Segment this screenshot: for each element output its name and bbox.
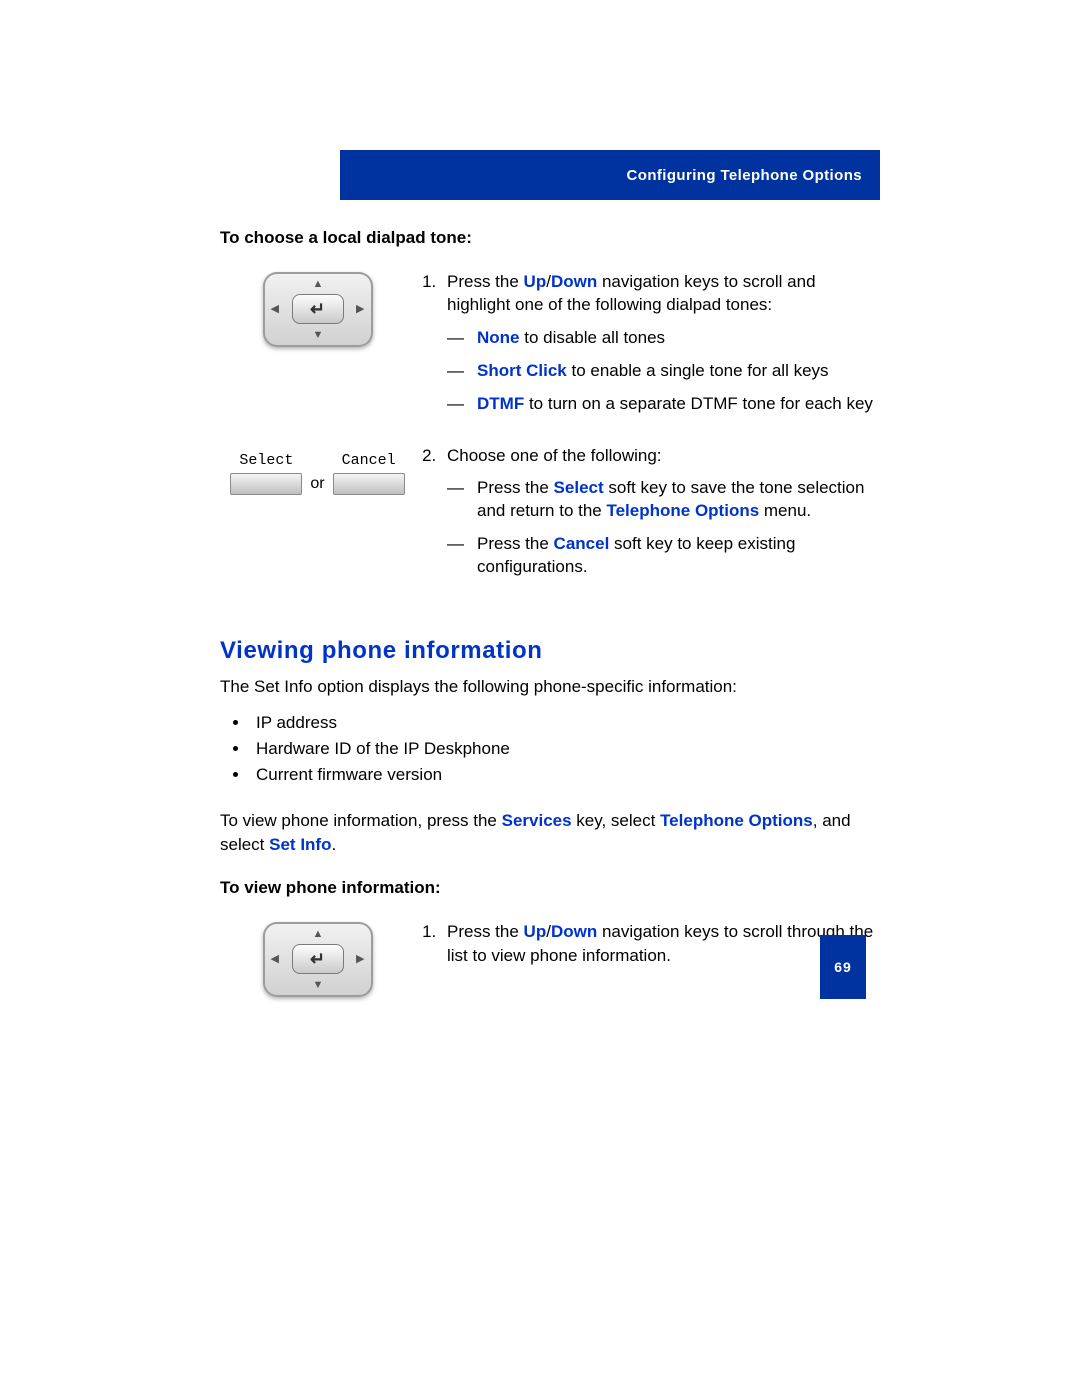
info-bullet-list: IP address Hardware ID of the IP Deskpho…	[220, 713, 880, 785]
key-label-down: Down	[551, 922, 597, 941]
softkeys-icon: Select or Cancel	[220, 446, 415, 495]
option-text: to enable a single tone for all keys	[567, 361, 829, 380]
key-label: Select	[554, 478, 604, 497]
choice-list: Press the Select soft key to save the to…	[447, 477, 880, 579]
option-term: DTMF	[477, 394, 524, 413]
page-content: To choose a local dialpad tone: ◀ ▶ ▲ ▼ …	[220, 228, 880, 997]
menu-label: Telephone Options	[606, 501, 759, 520]
text: Press the	[447, 922, 524, 941]
menu-label: Set Info	[269, 835, 331, 854]
list-item: IP address	[250, 713, 880, 733]
nav-instruction: To view phone information, press the Ser…	[220, 809, 880, 857]
arrow-right-icon: ▶	[356, 952, 364, 965]
list-item: Current firmware version	[250, 765, 880, 785]
choice-select: Press the Select soft key to save the to…	[447, 477, 880, 523]
key-label-up: Up	[524, 922, 547, 941]
icon-column: ◀ ▶ ▲ ▼	[220, 920, 415, 997]
text-column: Choose one of the following: Press the S…	[415, 444, 880, 589]
nav-pad-icon: ◀ ▶ ▲ ▼	[263, 272, 373, 347]
text: Press the	[447, 272, 524, 291]
text: key, select	[572, 811, 661, 830]
text: Press the	[477, 478, 554, 497]
arrow-left-icon: ◀	[271, 952, 279, 965]
header-title: Configuring Telephone Options	[627, 167, 862, 184]
arrow-down-icon: ▼	[313, 979, 324, 991]
section-lead-dialpad: To choose a local dialpad tone:	[220, 228, 880, 248]
menu-label: Telephone Options	[660, 811, 813, 830]
option-list: None to disable all tones Short Click to…	[447, 327, 880, 416]
option-term: None	[477, 328, 520, 347]
key-label-down: Down	[551, 272, 597, 291]
page-header: Configuring Telephone Options	[340, 150, 880, 200]
key-label: Services	[502, 811, 572, 830]
option-dtmf: DTMF to turn on a separate DTMF tone for…	[447, 393, 880, 416]
option-none: None to disable all tones	[447, 327, 880, 350]
softkey-button-icon	[333, 473, 405, 495]
section-heading-viewing: Viewing phone information	[220, 637, 880, 665]
step-row-3: ◀ ▶ ▲ ▼ Press the Up/Down navigation key…	[220, 920, 880, 997]
enter-key-icon	[292, 944, 344, 974]
option-text: to disable all tones	[520, 328, 666, 347]
enter-key-icon	[292, 294, 344, 324]
list-item: Hardware ID of the IP Deskphone	[250, 739, 880, 759]
option-text: to turn on a separate DTMF tone for each…	[524, 394, 873, 413]
ordered-steps-1: Press the Up/Down navigation keys to scr…	[415, 270, 880, 416]
icon-column: Select or Cancel	[220, 444, 415, 495]
page-number-text: 69	[834, 959, 852, 975]
text: Press the	[477, 534, 554, 553]
arrow-up-icon: ▲	[313, 278, 324, 290]
softkey-cancel: Cancel	[333, 452, 405, 495]
text: To view phone information, press the	[220, 811, 502, 830]
softkey-button-icon	[230, 473, 302, 495]
arrow-right-icon: ▶	[356, 302, 364, 315]
text-column: Press the Up/Down navigation keys to scr…	[415, 920, 880, 973]
option-term: Short Click	[477, 361, 567, 380]
text-column: Press the Up/Down navigation keys to scr…	[415, 270, 880, 426]
step-item: Press the Up/Down navigation keys to scr…	[441, 270, 880, 416]
intro-text: The Set Info option displays the followi…	[220, 675, 880, 699]
step-row-1: ◀ ▶ ▲ ▼ Press the Up/Down navigation key…	[220, 270, 880, 426]
step-item: Press the Up/Down navigation keys to scr…	[441, 920, 880, 967]
text: menu.	[759, 501, 811, 520]
key-label-up: Up	[524, 272, 547, 291]
page-number: 69	[820, 935, 866, 999]
choice-cancel: Press the Cancel soft key to keep existi…	[447, 533, 880, 579]
or-text: or	[310, 475, 324, 495]
text: Choose one of the following:	[447, 446, 662, 465]
ordered-steps-3: Press the Up/Down navigation keys to scr…	[415, 920, 880, 967]
softkey-label: Cancel	[342, 452, 396, 469]
softkey-select: Select	[230, 452, 302, 495]
softkey-label: Select	[239, 452, 293, 469]
text: .	[331, 835, 336, 854]
ordered-steps-2: Choose one of the following: Press the S…	[415, 444, 880, 579]
nav-pad-icon: ◀ ▶ ▲ ▼	[263, 922, 373, 997]
step-row-2: Select or Cancel Choose one of the follo…	[220, 444, 880, 589]
arrow-left-icon: ◀	[271, 302, 279, 315]
arrow-down-icon: ▼	[313, 329, 324, 341]
section-lead-view-info: To view phone information:	[220, 878, 880, 898]
arrow-up-icon: ▲	[313, 928, 324, 940]
step-item: Choose one of the following: Press the S…	[441, 444, 880, 579]
option-short-click: Short Click to enable a single tone for …	[447, 360, 880, 383]
document-page: Configuring Telephone Options To choose …	[0, 0, 1080, 1097]
key-label: Cancel	[554, 534, 610, 553]
icon-column: ◀ ▶ ▲ ▼	[220, 270, 415, 347]
